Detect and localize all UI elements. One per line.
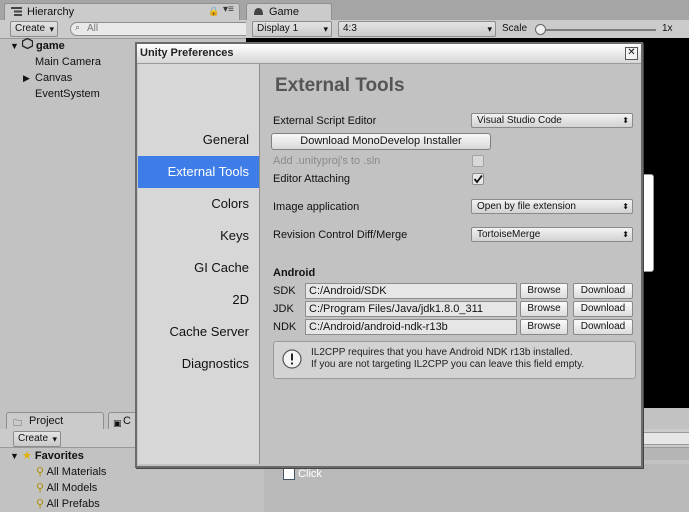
favorites-item[interactable]: ⚲ All Materials xyxy=(36,464,106,480)
tab-game-label: Game xyxy=(269,6,299,18)
search-placeholder: All xyxy=(87,23,99,34)
tab-console[interactable]: ▣ C xyxy=(108,412,138,429)
tab-project-label: Project xyxy=(29,415,64,427)
sidebar-item-2d[interactable]: 2D xyxy=(138,284,259,316)
image-app-select[interactable]: Open by file extension xyxy=(471,199,633,214)
tab-game[interactable]: Game xyxy=(246,3,332,20)
ndk-path-field[interactable]: C:/Android/android-ndk-r13b xyxy=(305,319,517,335)
sidebar-item-colors[interactable]: Colors xyxy=(138,188,259,220)
tab-console-label: C xyxy=(123,415,131,427)
il2cpp-help-box: IL2CPP requires that you have Android ND… xyxy=(273,341,636,379)
asset-item-label: Click xyxy=(298,468,322,480)
search-icon: ⚲ xyxy=(36,466,45,478)
project-search-input[interactable] xyxy=(640,432,689,445)
favorites-item-label: All Prefabs xyxy=(46,498,100,510)
editor-attaching-checkbox[interactable] xyxy=(472,173,484,185)
search-icon: ⚲ xyxy=(36,482,45,494)
ndk-label: NDK xyxy=(273,321,297,333)
sidebar-item-general[interactable]: General xyxy=(138,124,259,156)
revision-control-label: Revision Control Diff/Merge xyxy=(273,229,408,241)
favorites-item-label: All Models xyxy=(46,482,98,494)
project-breadcrumb xyxy=(640,448,689,460)
folder-icon: 🗀 xyxy=(13,418,23,428)
hierarchy-item-canvas[interactable]: Canvas xyxy=(35,70,72,86)
scale-slider-track[interactable] xyxy=(538,29,656,31)
scene-name: game xyxy=(36,40,65,52)
close-icon[interactable]: ✕ xyxy=(625,47,638,60)
sdk-path-field[interactable]: C:/Android/SDK xyxy=(305,283,517,299)
preferences-sidebar: General External Tools Colors Keys GI Ca… xyxy=(138,64,260,464)
help-line-1: IL2CPP requires that you have Android ND… xyxy=(311,347,573,358)
preferences-dialog: Unity Preferences ✕ General External Too… xyxy=(135,42,643,468)
scale-value: 1x xyxy=(662,23,673,34)
project-create-button[interactable]: Create xyxy=(13,431,62,447)
ndk-download-button[interactable]: Download xyxy=(573,319,633,335)
expand-arrow-icon: ▼ xyxy=(10,451,19,461)
help-line-2: If you are not targeting IL2CPP you can … xyxy=(311,359,585,370)
favorites-item[interactable]: ⚲ All Models xyxy=(36,480,97,496)
panel-menu-icon[interactable]: ▾≡ xyxy=(223,4,234,15)
lock-icon[interactable]: 🔒 xyxy=(208,6,219,17)
asset-list-area xyxy=(264,464,689,512)
checkmark-icon xyxy=(473,174,483,184)
jdk-path-field[interactable]: C:/Program Files/Java/jdk1.8.0_311 xyxy=(305,301,517,317)
aspect-select[interactable]: 4:3 xyxy=(338,21,496,37)
dialog-title-bar[interactable]: Unity Preferences ✕ xyxy=(137,44,641,64)
ndk-browse-button[interactable]: Browse xyxy=(520,319,568,335)
tab-hierarchy[interactable]: Hierarchy xyxy=(4,3,240,20)
expand-arrow-icon: ▼ xyxy=(10,41,19,51)
tab-project[interactable]: 🗀 Project xyxy=(6,412,104,429)
favorites-row[interactable]: ▼ ★ Favorites xyxy=(10,448,84,464)
console-icon: ▣ xyxy=(113,418,122,428)
hierarchy-create-button[interactable]: Create xyxy=(10,21,59,37)
jdk-browse-button[interactable]: Browse xyxy=(520,301,568,317)
editor-attaching-label: Editor Attaching xyxy=(273,173,351,185)
tab-hierarchy-label: Hierarchy xyxy=(27,6,75,18)
sidebar-item-keys[interactable]: Keys xyxy=(138,220,259,252)
sdk-label: SDK xyxy=(273,285,296,297)
star-icon: ★ xyxy=(21,450,32,462)
hierarchy-search-input[interactable]: All xyxy=(70,22,256,36)
sdk-download-button[interactable]: Download xyxy=(573,283,633,299)
scene-row[interactable]: ▼ game xyxy=(10,37,65,54)
sdk-browse-button[interactable]: Browse xyxy=(520,283,568,299)
page-title: External Tools xyxy=(275,75,405,96)
favorites-item-label: All Materials xyxy=(46,466,107,478)
android-heading: Android xyxy=(273,267,316,279)
asset-item[interactable]: Click xyxy=(283,466,322,482)
add-unityproj-checkbox[interactable] xyxy=(472,155,484,167)
sidebar-item-external-tools[interactable]: External Tools xyxy=(138,156,259,188)
sidebar-item-cache-server[interactable]: Cache Server xyxy=(138,316,259,348)
favorites-label: Favorites xyxy=(34,450,84,462)
unity-scene-icon xyxy=(21,37,34,50)
dialog-title: Unity Preferences xyxy=(140,47,234,59)
scale-label: Scale xyxy=(502,23,528,34)
jdk-download-button[interactable]: Download xyxy=(573,301,633,317)
jdk-label: JDK xyxy=(273,303,294,315)
search-icon: ⚲ xyxy=(36,498,45,510)
hierarchy-item-main-camera[interactable]: Main Camera xyxy=(35,54,101,70)
script-file-icon xyxy=(283,468,295,481)
scale-slider-handle[interactable] xyxy=(535,24,546,35)
script-editor-select[interactable]: Visual Studio Code xyxy=(471,113,633,128)
search-icon: ⌕ xyxy=(75,22,81,32)
info-icon xyxy=(282,349,302,369)
hierarchy-item-eventsystem[interactable]: EventSystem xyxy=(35,86,100,102)
hierarchy-icon xyxy=(11,7,22,16)
display-select[interactable]: Display 1 xyxy=(252,21,332,37)
favorites-item[interactable]: ⚲ All Prefabs xyxy=(36,496,100,512)
expand-arrow-icon[interactable]: ▶ xyxy=(23,70,30,86)
download-monodevelop-button[interactable]: Download MonoDevelop Installer xyxy=(271,133,491,150)
sidebar-item-gi-cache[interactable]: GI Cache xyxy=(138,252,259,284)
script-editor-label: External Script Editor xyxy=(273,115,377,127)
image-app-label: Image application xyxy=(273,201,360,213)
sidebar-item-diagnostics[interactable]: Diagnostics xyxy=(138,348,259,380)
add-unityproj-label: Add .unityproj's to .sln xyxy=(273,155,381,167)
revision-control-select[interactable]: TortoiseMerge xyxy=(471,227,633,242)
game-icon xyxy=(254,8,263,15)
